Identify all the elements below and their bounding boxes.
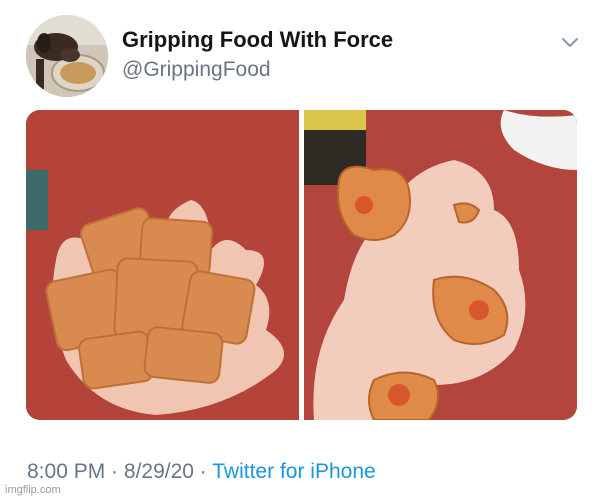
meta-separator: · [105,460,124,483]
tweet-timestamp: 8:00 PM · 8/29/20 · Twitter for iPhone [27,460,376,484]
tweet-time[interactable]: 8:00 PM [27,460,105,483]
dog-avatar-image [26,15,108,97]
meta-separator: · [193,460,213,483]
tweet-date[interactable]: 8/29/20 [124,460,194,483]
author-handle[interactable]: @GrippingFood [122,58,271,82]
imgflip-watermark: imgflip.com [5,484,61,496]
tweet-source-link[interactable]: Twitter for iPhone [212,460,375,483]
avatar[interactable] [26,15,108,97]
chevron-down-icon[interactable] [558,30,582,54]
tweet-photo-fist-crushing-pizza-rolls[interactable] [304,110,577,420]
author-name[interactable]: Gripping Food With Force [122,27,393,53]
tweet-photo-hand-holding-pizza-rolls[interactable] [26,110,299,420]
